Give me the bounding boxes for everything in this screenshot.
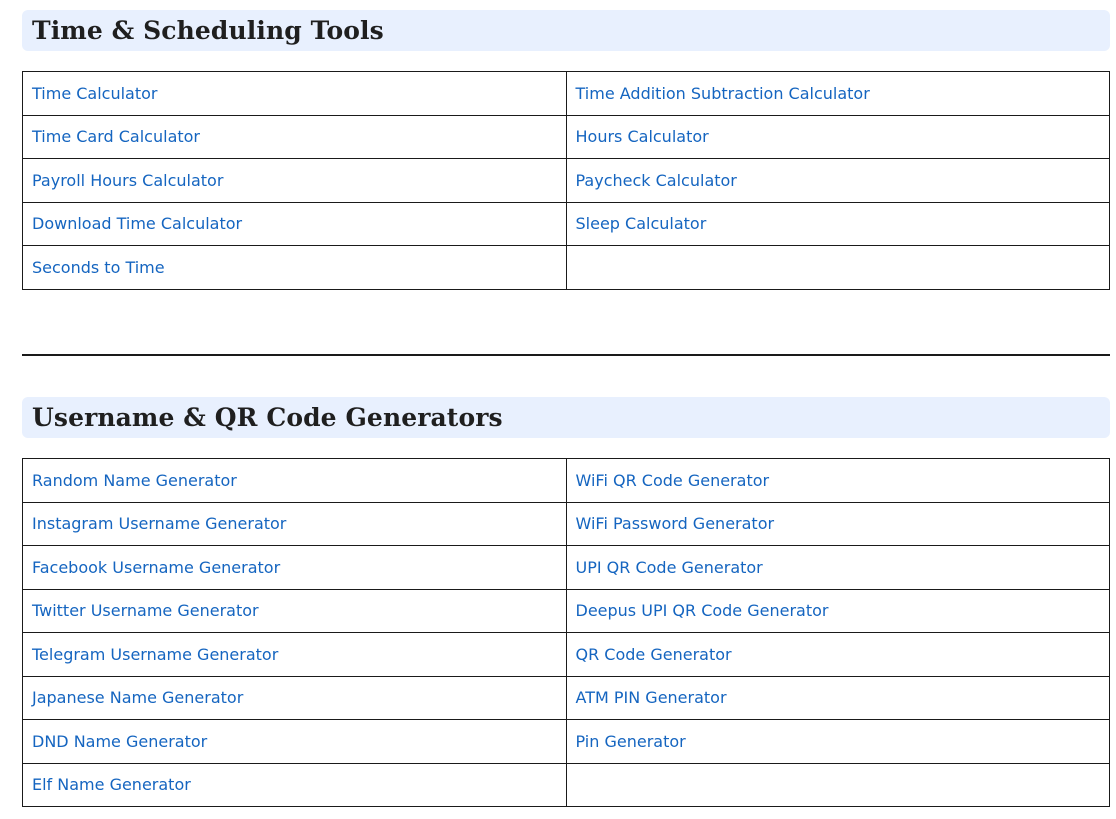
tool-link[interactable]: Japanese Name Generator [32,688,243,707]
tool-link[interactable]: QR Code Generator [576,645,732,664]
table-row: Seconds to Time [22,245,1110,290]
tool-link[interactable]: Deepus UPI QR Code Generator [576,601,829,620]
table-cell: Seconds to Time [22,245,567,290]
table-cell: Payroll Hours Calculator [22,158,567,203]
table-cell: ATM PIN Generator [565,675,1110,720]
table-cell: WiFi Password Generator [565,501,1110,546]
table-cell: Hours Calculator [565,114,1110,159]
table-cell: Twitter Username Generator [22,588,567,633]
table-cell: Time Addition Subtraction Calculator [565,71,1110,116]
tool-link[interactable]: ATM PIN Generator [576,688,727,707]
tool-link[interactable]: Seconds to Time [32,258,165,277]
tools-table-username-qr: Random Name Generator WiFi QR Code Gener… [22,458,1110,807]
table-row: Random Name Generator WiFi QR Code Gener… [22,458,1110,503]
tool-link[interactable]: Elf Name Generator [32,775,191,794]
table-cell: Instagram Username Generator [22,501,567,546]
section-heading-username-qr: Username & QR Code Generators [22,397,1110,438]
tool-link[interactable]: Instagram Username Generator [32,514,286,533]
table-cell: DND Name Generator [22,719,567,764]
tool-link[interactable]: Download Time Calculator [32,214,242,233]
table-cell: Pin Generator [565,719,1110,764]
section-title: Username & QR Code Generators [32,403,503,432]
tool-link[interactable]: UPI QR Code Generator [576,558,763,577]
tool-link[interactable]: DND Name Generator [32,732,207,751]
tools-table-time-scheduling: Time Calculator Time Addition Subtractio… [22,71,1110,290]
tool-link[interactable]: Random Name Generator [32,471,237,490]
table-row: Twitter Username Generator Deepus UPI QR… [22,588,1110,633]
tool-link[interactable]: Telegram Username Generator [32,645,278,664]
table-cell: UPI QR Code Generator [565,545,1110,590]
table-cell: Japanese Name Generator [22,675,567,720]
table-cell: Time Calculator [22,71,567,116]
tool-link[interactable]: WiFi QR Code Generator [576,471,770,490]
tool-link[interactable]: WiFi Password Generator [576,514,775,533]
tool-link[interactable]: Pin Generator [576,732,686,751]
table-cell-empty [565,762,1110,807]
table-row: Time Card Calculator Hours Calculator [22,114,1110,159]
table-row: Instagram Username Generator WiFi Passwo… [22,501,1110,546]
section-heading-time-scheduling: Time & Scheduling Tools [22,10,1110,51]
tool-link[interactable]: Time Card Calculator [32,127,200,146]
table-row: Japanese Name Generator ATM PIN Generato… [22,675,1110,720]
table-cell: Paycheck Calculator [565,158,1110,203]
table-row: Elf Name Generator [22,762,1110,807]
table-cell: Random Name Generator [22,458,567,503]
table-row: Time Calculator Time Addition Subtractio… [22,71,1110,116]
section-divider [22,354,1110,356]
table-row: Payroll Hours Calculator Paycheck Calcul… [22,158,1110,203]
tool-link[interactable]: Facebook Username Generator [32,558,280,577]
table-cell: Elf Name Generator [22,762,567,807]
table-cell-empty [565,245,1110,290]
table-row: Telegram Username Generator QR Code Gene… [22,632,1110,677]
table-row: DND Name Generator Pin Generator [22,719,1110,764]
section-title: Time & Scheduling Tools [32,16,384,45]
tool-link[interactable]: Payroll Hours Calculator [32,171,223,190]
table-cell: QR Code Generator [565,632,1110,677]
table-cell: Time Card Calculator [22,114,567,159]
tool-link[interactable]: Paycheck Calculator [576,171,737,190]
table-cell: Download Time Calculator [22,201,567,246]
tool-link[interactable]: Twitter Username Generator [32,601,259,620]
table-cell: Telegram Username Generator [22,632,567,677]
tool-link[interactable]: Sleep Calculator [576,214,707,233]
table-row: Download Time Calculator Sleep Calculato… [22,201,1110,246]
table-cell: Deepus UPI QR Code Generator [565,588,1110,633]
tool-link[interactable]: Time Calculator [32,84,158,103]
table-cell: Sleep Calculator [565,201,1110,246]
tool-link[interactable]: Time Addition Subtraction Calculator [576,84,870,103]
table-cell: Facebook Username Generator [22,545,567,590]
table-cell: WiFi QR Code Generator [565,458,1110,503]
table-row: Facebook Username Generator UPI QR Code … [22,545,1110,590]
tool-link[interactable]: Hours Calculator [576,127,709,146]
